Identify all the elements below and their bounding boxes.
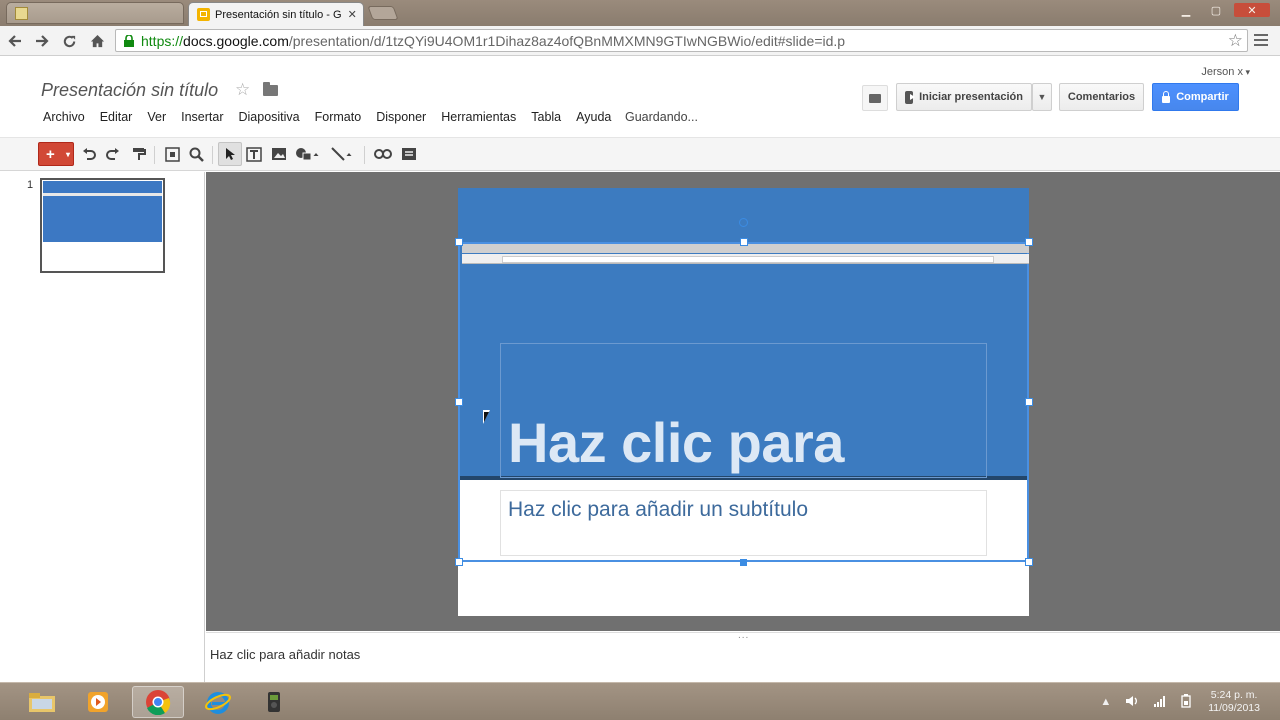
save-status: Guardando... [625, 110, 698, 124]
new-slide-button[interactable]: + [38, 142, 74, 166]
comment-icon[interactable] [398, 144, 420, 164]
windows-taskbar: ▲ 5:24 p. m. 11/09/2013 [0, 682, 1280, 720]
slide[interactable]: Haz clic para Haz clic para añadir un su… [458, 188, 1029, 616]
new-tab-button[interactable] [367, 6, 399, 20]
resize-handle-sw[interactable] [455, 558, 463, 566]
link-icon[interactable] [372, 144, 394, 164]
play-icon [905, 90, 916, 104]
browser-tab-active[interactable]: Presentación sin título - G ✕ [188, 2, 364, 26]
menu-formato[interactable]: Formato [315, 110, 362, 124]
line-icon[interactable] [329, 144, 357, 164]
paint-format-icon[interactable] [130, 144, 148, 164]
menu-editar[interactable]: Editar [100, 110, 133, 124]
maximize-icon[interactable]: ▢ [1204, 3, 1228, 17]
resize-handle-nw[interactable] [455, 238, 463, 246]
select-icon[interactable] [218, 142, 242, 166]
slide-thumbnail[interactable] [40, 178, 165, 273]
lock-icon [1162, 90, 1171, 103]
menu-ver[interactable]: Ver [147, 110, 166, 124]
menu-bar: Archivo Editar Ver Insertar Diapositiva … [43, 110, 626, 124]
clock-time: 5:24 p. m. [1210, 689, 1258, 701]
notes-placeholder[interactable]: Haz clic para añadir notas [210, 647, 360, 662]
share-label: Compartir [1176, 91, 1229, 103]
secure-lock-icon [124, 34, 134, 47]
reload-icon[interactable] [58, 31, 80, 51]
slide-filmstrip: 1 [0, 172, 205, 682]
image-browser-urlbar [462, 254, 1029, 264]
presentation-options-dropdown[interactable]: ▼ [1032, 83, 1052, 111]
document-title[interactable]: Presentación sin título [41, 80, 218, 101]
close-window-icon[interactable]: ✕ [1234, 3, 1270, 17]
slide-number: 1 [27, 179, 34, 191]
page-favicon-icon [15, 6, 28, 20]
resize-handle-se[interactable] [1025, 558, 1033, 566]
show-hidden-icons-icon[interactable]: ▲ [1100, 696, 1111, 708]
rotate-handle[interactable] [739, 218, 748, 227]
browser-tab-strip: Presentación sin título - G ✕ ▁ ▢ ✕ [0, 0, 1280, 26]
textbox-icon[interactable] [244, 144, 264, 164]
slide-title[interactable]: Haz clic para [508, 410, 844, 475]
minimize-icon[interactable]: ▁ [1174, 3, 1198, 17]
menu-archivo[interactable]: Archivo [43, 110, 85, 124]
undo-icon[interactable] [80, 144, 98, 164]
shape-icon[interactable] [293, 144, 323, 164]
camera-app-icon[interactable] [248, 686, 300, 718]
menu-diapositiva[interactable]: Diapositiva [239, 110, 300, 124]
slide-subtitle[interactable]: Haz clic para añadir un subtítulo [508, 498, 808, 522]
zoom-icon[interactable] [186, 144, 206, 164]
volume-icon[interactable] [1125, 695, 1139, 710]
start-presentation-button[interactable]: Iniciar presentación [896, 83, 1032, 111]
chrome-icon[interactable] [132, 686, 184, 718]
share-button[interactable]: Compartir [1152, 83, 1239, 111]
menu-herramientas[interactable]: Herramientas [441, 110, 516, 124]
battery-icon[interactable] [1181, 693, 1191, 711]
folder-icon[interactable] [263, 82, 278, 96]
user-account[interactable]: Jerson x [1201, 66, 1250, 78]
menu-tabla[interactable]: Tabla [531, 110, 561, 124]
resize-handle-ne[interactable] [1025, 238, 1033, 246]
chrome-menu-icon[interactable] [1254, 34, 1268, 49]
resize-handle-w[interactable] [455, 398, 463, 406]
chevron-down-icon: ▼ [1037, 92, 1047, 102]
system-tray: ▲ 5:24 p. m. 11/09/2013 [1093, 683, 1280, 720]
speaker-notes[interactable]: ... Haz clic para añadir notas [206, 630, 1280, 682]
system-clock[interactable]: 5:24 p. m. 11/09/2013 [1208, 689, 1260, 715]
slides-favicon-icon [197, 8, 210, 21]
browser-toolbar: https://docs.google.com/presentation/d/1… [0, 26, 1280, 56]
mouse-cursor-icon [483, 410, 490, 424]
zoom-fit-icon[interactable] [162, 144, 182, 164]
tab-close-icon[interactable]: ✕ [342, 8, 357, 21]
notes-resize-grip[interactable]: ... [738, 630, 749, 641]
browser-tab-label: Presentación sin título - G [215, 8, 342, 21]
media-player-icon[interactable] [72, 686, 124, 718]
back-icon[interactable] [4, 31, 26, 51]
browser-tab[interactable] [6, 2, 184, 24]
window-controls: ▁ ▢ ✕ [1174, 3, 1270, 17]
explorer-icon[interactable] [16, 686, 68, 718]
redo-icon[interactable] [104, 144, 122, 164]
address-bar[interactable]: https://docs.google.com/presentation/d/1… [115, 29, 1248, 52]
resize-handle-e[interactable] [1025, 398, 1033, 406]
clock-date: 11/09/2013 [1208, 702, 1260, 714]
url-text: https://docs.google.com/presentation/d/1… [141, 32, 846, 49]
comments-button[interactable]: Comentarios [1059, 83, 1144, 111]
menu-disponer[interactable]: Disponer [376, 110, 426, 124]
forward-icon[interactable] [31, 31, 53, 51]
image-icon[interactable] [269, 144, 289, 164]
internet-explorer-icon[interactable] [192, 686, 244, 718]
network-signal-icon[interactable] [1153, 695, 1167, 710]
editor-toolbar: + [0, 137, 1280, 171]
docs-header: Presentación sin título ☆ Archivo Editar… [0, 57, 1280, 137]
slide-canvas[interactable]: Haz clic para Haz clic para añadir un su… [206, 172, 1280, 631]
resize-handle-n[interactable] [740, 238, 748, 246]
home-icon[interactable] [86, 31, 108, 51]
chat-icon[interactable] [862, 85, 888, 111]
menu-insertar[interactable]: Insertar [181, 110, 223, 124]
menu-ayuda[interactable]: Ayuda [576, 110, 611, 124]
bookmark-star-icon[interactable]: ☆ [1228, 31, 1243, 51]
star-icon[interactable]: ☆ [235, 80, 250, 100]
resize-handle-s[interactable] [740, 559, 747, 566]
start-presentation-label: Iniciar presentación [919, 91, 1023, 103]
